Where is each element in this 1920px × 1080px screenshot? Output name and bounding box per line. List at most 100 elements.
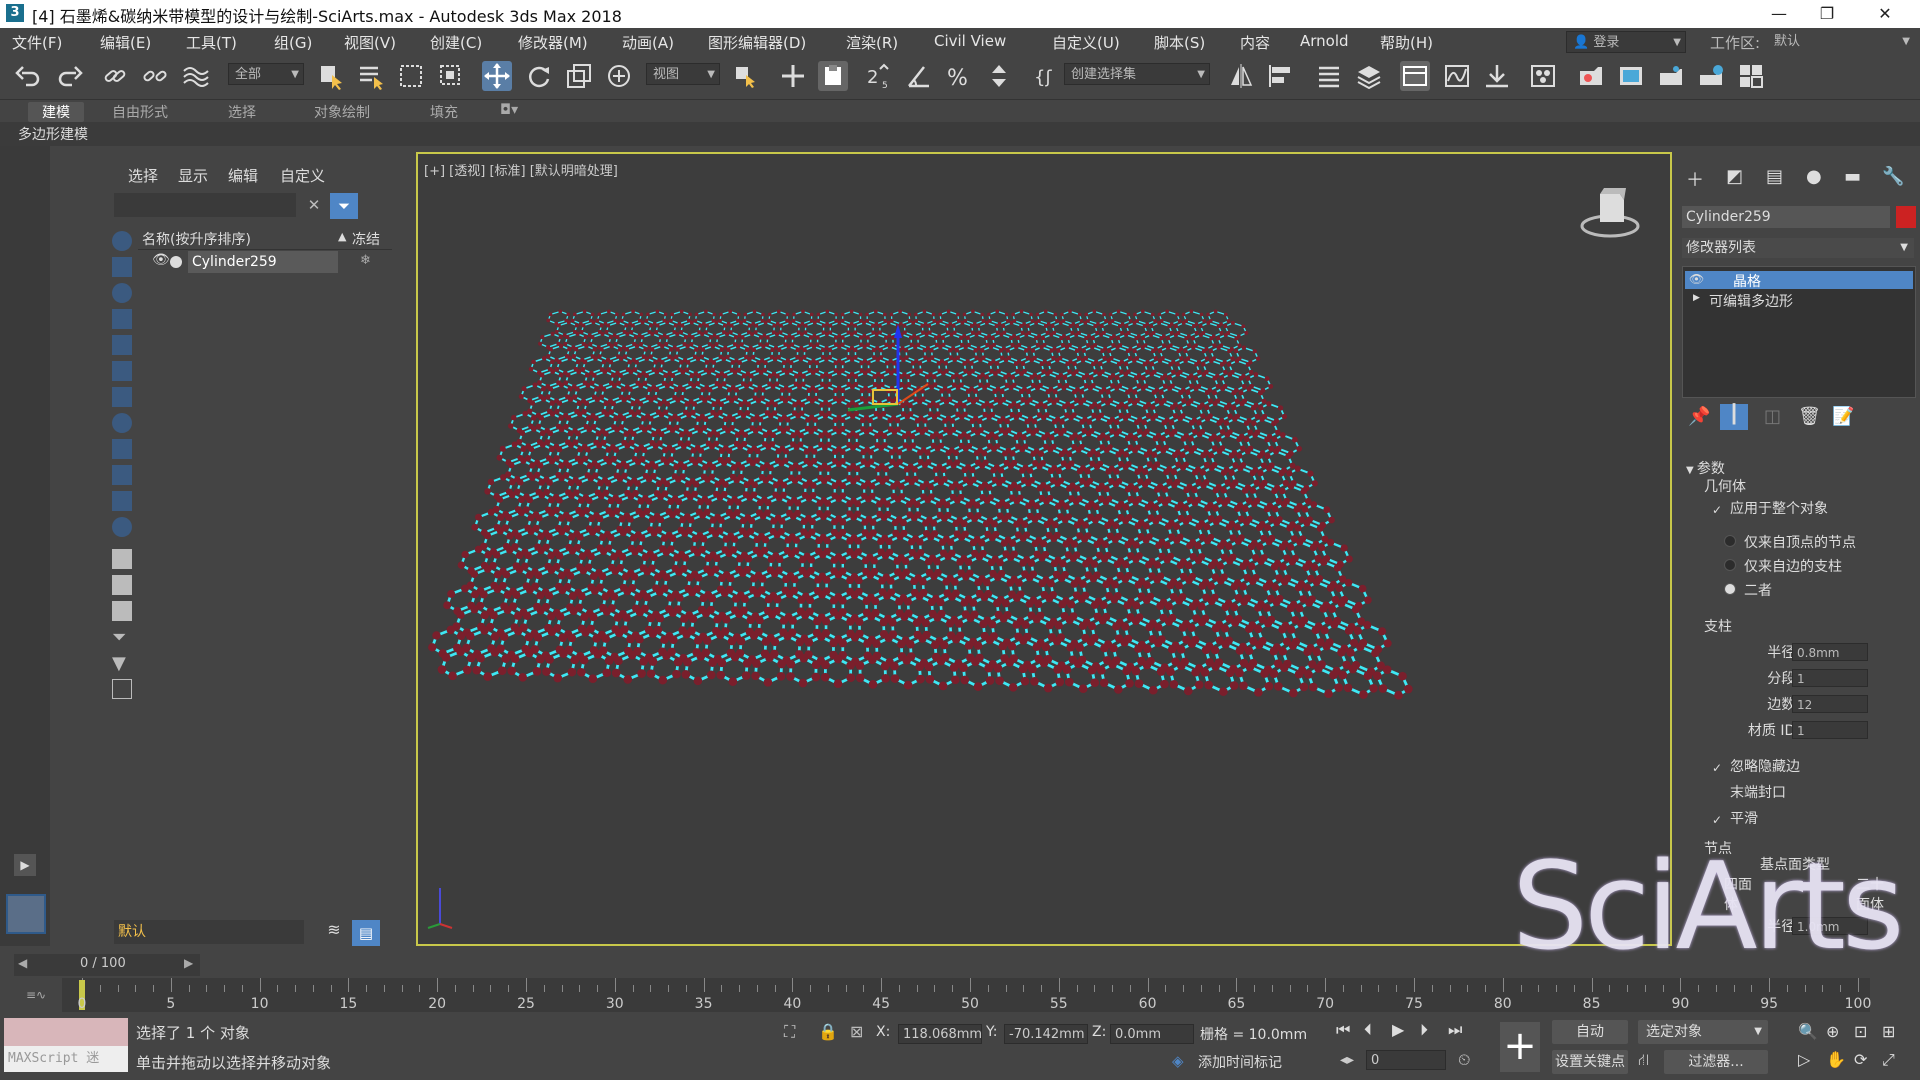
set-key-button[interactable]: 设置关键点: [1552, 1050, 1628, 1074]
menu-help[interactable]: 帮助(H): [1380, 32, 1433, 53]
container-filter-icon[interactable]: [112, 465, 132, 485]
ribbon-tab-selection[interactable]: 选择: [228, 102, 256, 122]
menu-customize[interactable]: 自定义(U): [1052, 32, 1120, 53]
expand-layout-icon[interactable]: ▶: [14, 854, 36, 876]
workspace-dropdown[interactable]: 默认 ▼: [1768, 31, 1914, 53]
named-selection-dropdown[interactable]: 创建选择集 ▼: [1064, 63, 1210, 85]
stack-item-lattice[interactable]: 👁 晶格: [1685, 271, 1913, 290]
display-tab-icon[interactable]: ▬: [1844, 166, 1861, 187]
scene-tab-select[interactable]: 选择: [128, 165, 158, 186]
select-by-name-icon[interactable]: [356, 61, 386, 91]
snaps-toggle-icon[interactable]: 25: [864, 61, 894, 91]
render-iterative-icon[interactable]: [1736, 61, 1766, 91]
scene-tab-edit[interactable]: 编辑: [228, 165, 258, 186]
bone-filter-icon[interactable]: [112, 439, 132, 459]
selection-filter-dropdown[interactable]: 全部 ▼: [228, 63, 304, 85]
frozen-filter-icon[interactable]: [112, 491, 132, 511]
maximize-viewport-icon[interactable]: ⤢: [1882, 1050, 1895, 1070]
isolate-selection-icon[interactable]: ⛶: [784, 1022, 795, 1042]
utilities-tab-icon[interactable]: 🔧: [1882, 166, 1904, 187]
ribbon-tab-object-paint[interactable]: 对象绘制: [314, 102, 370, 122]
play-icon[interactable]: ▶: [1392, 1020, 1404, 1039]
hidden-filter-icon[interactable]: [112, 517, 132, 537]
time-config-icon[interactable]: ⏲: [1458, 1050, 1470, 1070]
clear-search-icon[interactable]: ✕: [302, 193, 326, 217]
menu-content[interactable]: 内容: [1240, 32, 1270, 53]
funnel-small-icon[interactable]: ▼: [112, 653, 132, 674]
close-button[interactable]: ✕: [1862, 0, 1908, 28]
select-and-rotate-icon[interactable]: [524, 61, 554, 91]
next-frame-icon[interactable]: ▶: [184, 956, 193, 970]
window-crossing-icon[interactable]: [436, 61, 466, 91]
link-icon[interactable]: [100, 61, 130, 91]
select-and-scale-icon[interactable]: [564, 61, 594, 91]
add-time-tag[interactable]: ◈ 添加时间标记: [1168, 1050, 1298, 1074]
align-icon[interactable]: [1266, 61, 1296, 91]
menu-edit[interactable]: 编辑(E): [100, 32, 151, 53]
geometry-filter-icon[interactable]: [112, 231, 132, 251]
shape-filter-icon[interactable]: [112, 257, 132, 277]
current-layer-dropdown[interactable]: 默认: [114, 920, 304, 944]
go-to-start-icon[interactable]: ⏮: [1336, 1020, 1350, 1040]
params-rollout-header[interactable]: ▼ 参数: [1686, 458, 1725, 478]
zoom-icon[interactable]: 🔍: [1798, 1022, 1818, 1041]
next-frame-icon[interactable]: ⏵: [1420, 1020, 1428, 1040]
sides-spinner[interactable]: 12: [1792, 695, 1868, 713]
spinner-snap-icon[interactable]: [984, 61, 1014, 91]
eye-icon[interactable]: 👁: [1689, 272, 1704, 286]
zoom-extents-all-icon[interactable]: ⊞: [1882, 1022, 1895, 1041]
column-freeze[interactable]: 冻结: [352, 229, 380, 249]
object-color-swatch[interactable]: [1896, 206, 1916, 228]
sort-ascending-icon[interactable]: ▲: [338, 230, 346, 243]
menu-arnold[interactable]: Arnold: [1300, 32, 1349, 50]
y-coord-field[interactable]: -70.142mm: [1004, 1024, 1088, 1044]
edit-named-selection-icon[interactable]: {ʃ: [1030, 61, 1060, 91]
modify-tab-icon[interactable]: ◩: [1726, 166, 1743, 187]
set-key-icon[interactable]: +: [1500, 1022, 1540, 1072]
group-filter-icon[interactable]: [112, 387, 132, 407]
menu-group[interactable]: 组(G): [274, 32, 312, 53]
spacewarp-filter-icon[interactable]: [112, 361, 132, 381]
render-setup-icon[interactable]: [1576, 61, 1606, 91]
maxscript-listener[interactable]: [4, 1018, 128, 1046]
layers-icon[interactable]: ≋: [322, 920, 346, 944]
scene-tab-display[interactable]: 显示: [178, 165, 208, 186]
radio-both[interactable]: 二者: [1724, 580, 1772, 600]
toggle-scene-explorer-icon[interactable]: [1314, 61, 1344, 91]
ribbon-options-icon[interactable]: ◘▾: [500, 102, 518, 118]
pan-icon[interactable]: ✋: [1826, 1050, 1846, 1069]
lock-selection-icon[interactable]: 🔒: [818, 1022, 838, 1041]
toggle-ribbon-icon[interactable]: [1400, 61, 1430, 91]
redo-icon[interactable]: [54, 61, 84, 91]
mirror-icon[interactable]: [1226, 61, 1256, 91]
ignore-hidden-checkbox[interactable]: ✓ 忽略隐藏边: [1712, 756, 1800, 776]
scene-search-input[interactable]: [114, 193, 296, 217]
rect-selection-region-icon[interactable]: [396, 61, 426, 91]
menu-file[interactable]: 文件(F): [12, 32, 62, 53]
end-caps-checkbox[interactable]: 末端封口: [1712, 782, 1786, 802]
keyboard-shortcut-toggle-icon[interactable]: [818, 61, 848, 91]
ribbon-tab-freeform[interactable]: 自由形式: [112, 102, 168, 122]
remove-modifier-icon[interactable]: 🗑: [1798, 406, 1821, 427]
material-id-spinner[interactable]: 1: [1792, 721, 1868, 739]
x-coord-field[interactable]: 118.068mm: [898, 1024, 982, 1044]
radio-nodes-only[interactable]: 仅来自顶点的节点: [1724, 532, 1856, 552]
display-none-icon[interactable]: [112, 575, 132, 595]
unlink-icon[interactable]: [140, 61, 170, 91]
render-production-icon[interactable]: [1656, 61, 1686, 91]
create-tab-icon[interactable]: ＋: [1686, 166, 1704, 192]
filters-button[interactable]: 过滤器...: [1664, 1050, 1768, 1074]
restore-button[interactable]: ❐: [1804, 0, 1850, 28]
selected-object-dropdown[interactable]: 选定对象 ▼: [1638, 1020, 1768, 1044]
menu-rendering[interactable]: 渲染(R): [846, 32, 898, 53]
show-end-result-icon[interactable]: ┃: [1720, 404, 1748, 430]
ribbon-tab-modeling[interactable]: 建模: [28, 102, 84, 122]
move-gizmo-icon[interactable]: [798, 324, 998, 464]
material-editor-icon[interactable]: [1528, 61, 1558, 91]
previous-frame-icon[interactable]: ⏴: [1364, 1020, 1372, 1040]
segments-spinner[interactable]: 1: [1792, 669, 1868, 687]
smooth-checkbox[interactable]: ✓ 平滑: [1712, 808, 1758, 828]
app-icon[interactable]: 3: [6, 4, 24, 22]
make-unique-icon[interactable]: ◫: [1764, 406, 1781, 427]
scene-explorer-settings-icon[interactable]: ▤: [352, 920, 380, 946]
